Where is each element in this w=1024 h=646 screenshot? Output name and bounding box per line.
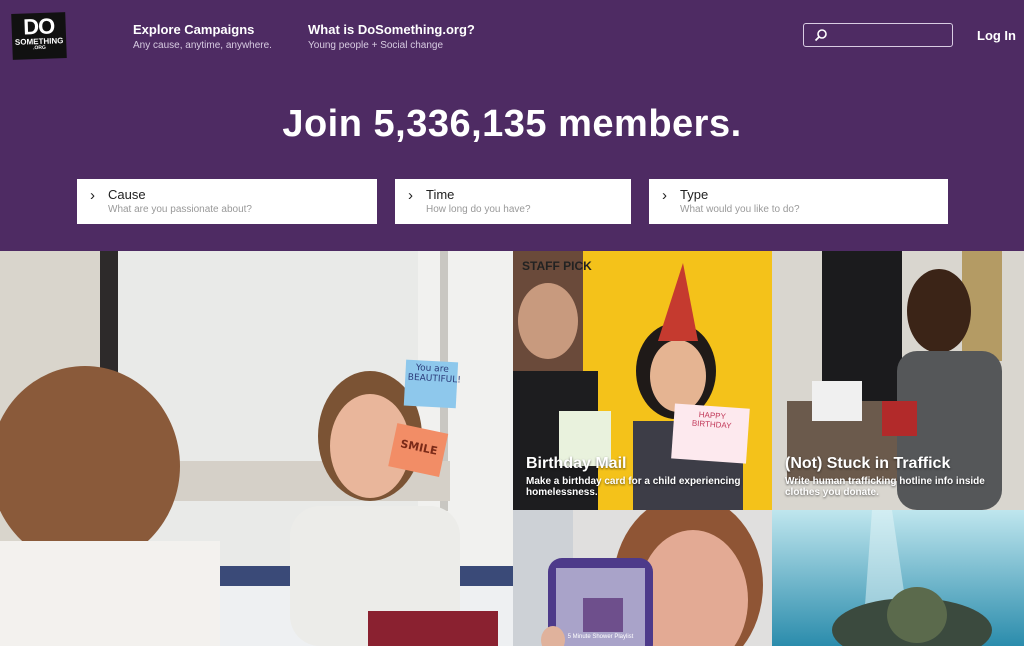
turtle-photo (772, 510, 1024, 646)
nav-title: What is DoSomething.org? (308, 22, 475, 37)
login-link[interactable]: Log In (977, 28, 1016, 43)
filter-placeholder: How long do you have? (426, 204, 531, 215)
filter-cause[interactable]: › Cause What are you passionate about? (77, 179, 377, 224)
search-icon (814, 29, 827, 42)
search-input[interactable] (803, 23, 953, 47)
phone-screen-text: 5 Minute Shower Playlist (567, 634, 634, 640)
nav-title: Explore Campaigns (133, 22, 255, 37)
hero-header: DO SOMETHING .ORG Explore Campaigns Any … (0, 0, 1024, 251)
filter-time[interactable]: › Time How long do you have? (395, 179, 631, 224)
campaign-tile-stuck-in-traffick[interactable]: (Not) Stuck in Traffick Write human traf… (772, 251, 1024, 510)
nav-what-is-dosomething[interactable]: What is DoSomething.org? Young people + … (308, 22, 475, 51)
campaign-caption: (Not) Stuck in Traffick Write human traf… (785, 455, 1015, 498)
campaign-caption: Birthday Mail Make a birthday card for a… (526, 455, 756, 498)
chevron-right-icon: › (662, 187, 667, 204)
filter-label: Cause (108, 187, 146, 202)
nav-subtitle: Young people + Social change (308, 40, 444, 51)
campaign-tile-shower-playlist[interactable]: 5 Minute Shower Playlist (513, 510, 772, 646)
phone-photo (513, 510, 772, 646)
campaign-description: Write human trafficking hotline info ins… (785, 476, 985, 498)
campaign-title: (Not) Stuck in Traffick (785, 455, 951, 472)
filter-placeholder: What are you passionate about? (108, 204, 252, 215)
filter-label: Type (680, 187, 709, 202)
nav-subtitle: Any cause, anytime, anywhere. (133, 40, 272, 51)
page-title: Join 5,336,135 members. (282, 103, 742, 145)
campaign-tile-birthday-mail[interactable]: HAPPY BIRTHDAY STAFF PICK Birthday Mail … (513, 251, 772, 510)
filter-label: Time (426, 187, 455, 202)
sticky-note-beautiful: You are BEAUTIFUL! (407, 363, 462, 386)
featured-photo-tile[interactable]: You are BEAUTIFUL! SMILE (0, 251, 513, 646)
filter-placeholder: What would you like to do? (680, 204, 800, 215)
filter-type[interactable]: › Type What would you like to do? (649, 179, 948, 224)
chevron-right-icon: › (90, 187, 95, 204)
campaign-title: Birthday Mail (526, 455, 627, 472)
dosomething-logo[interactable]: DO SOMETHING .ORG (11, 12, 67, 60)
chevron-right-icon: › (408, 187, 413, 204)
campaign-description: Make a birthday card for a child experie… (526, 476, 741, 498)
staff-pick-badge: STAFF PICK (522, 259, 592, 273)
nav-explore-campaigns[interactable]: Explore Campaigns Any cause, anytime, an… (133, 22, 272, 51)
campaign-tile-turtle[interactable] (772, 510, 1024, 646)
